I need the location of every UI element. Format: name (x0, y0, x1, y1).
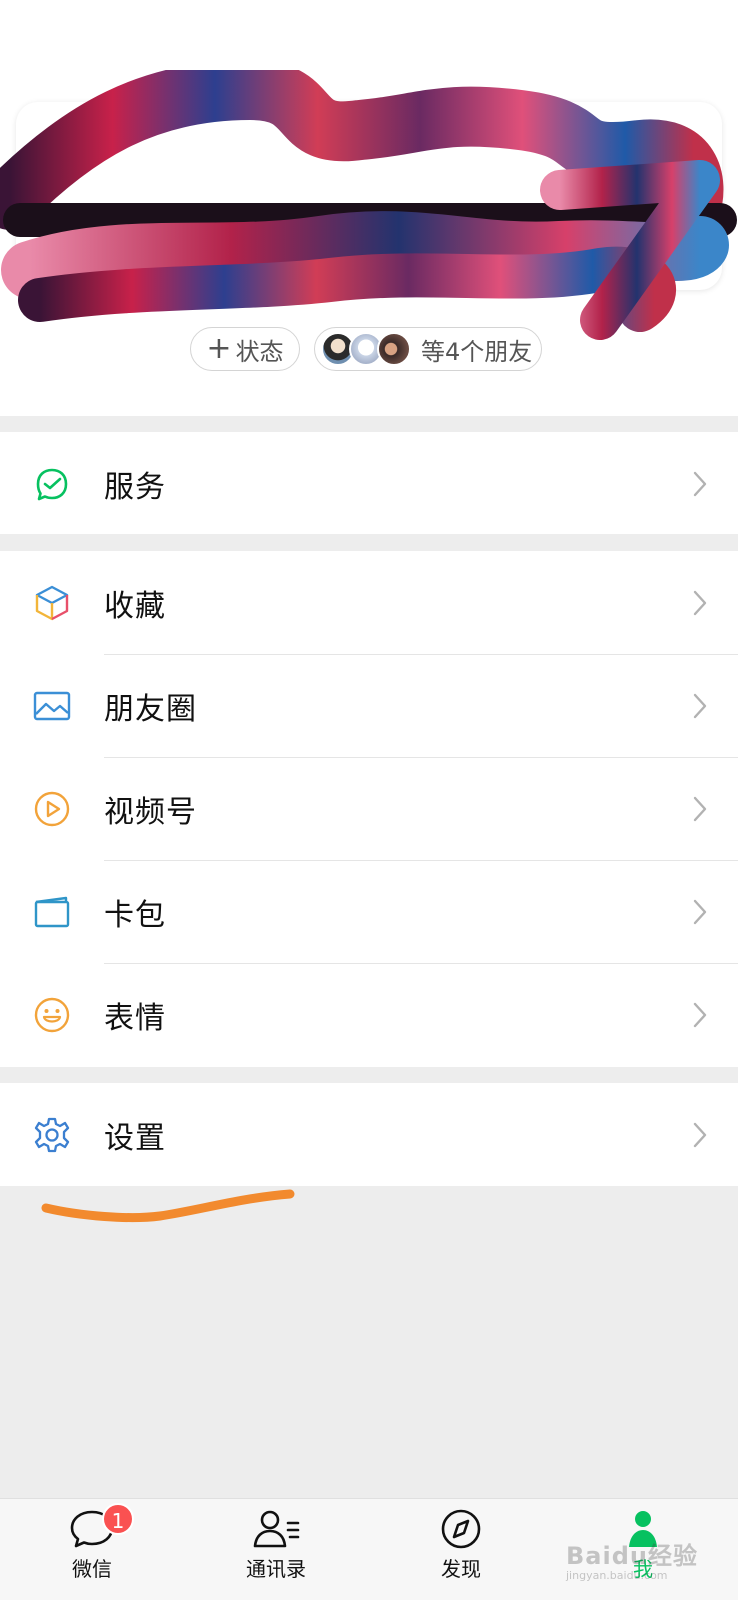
tab-label: 发现 (441, 1557, 481, 1581)
tab-label: 通讯录 (246, 1557, 306, 1581)
smiley-icon (34, 997, 70, 1032)
channels-play-icon (34, 791, 70, 826)
menu-item-moments[interactable]: 朋友圈 (0, 654, 738, 757)
services-icon (36, 468, 68, 500)
tab-contacts[interactable]: 通讯录 (216, 1507, 336, 1597)
menu-item-cards[interactable]: 卡包 (0, 860, 738, 963)
menu-item-label: 收藏 (104, 588, 166, 624)
friends-status-label: 等4个朋友 (421, 337, 533, 366)
menu-item-favorites[interactable]: 收藏 (0, 551, 738, 654)
chevron-right-icon (693, 590, 707, 615)
chevron-right-icon (693, 1002, 707, 1027)
plus-icon: + (206, 331, 232, 366)
tab-label: 微信 (72, 1557, 112, 1581)
menu-item-label: 服务 (104, 469, 166, 505)
settings-section: 设置 (0, 1083, 738, 1186)
chevron-right-icon (693, 471, 707, 496)
status-label: 状态 (235, 337, 284, 366)
menu-item-label: 表情 (104, 1000, 166, 1036)
favorites-cube-icon (35, 585, 69, 620)
gear-icon (34, 1117, 70, 1152)
chevron-right-icon (693, 899, 707, 924)
menu-item-channels[interactable]: 视频号 (0, 757, 738, 860)
compass-icon (441, 1509, 481, 1549)
unread-badge: 1 (102, 1503, 134, 1535)
annotation-underline (41, 1189, 295, 1223)
menu-item-label: 卡包 (104, 897, 166, 933)
menu-item-label: 朋友圈 (104, 691, 197, 727)
menu-item-services[interactable]: 服务 (0, 432, 738, 535)
moments-image-icon (33, 691, 71, 720)
tab-chats[interactable]: 1 微信 (32, 1503, 152, 1597)
chevron-right-icon (693, 1122, 707, 1147)
menu-item-stickers[interactable]: 表情 (0, 963, 738, 1066)
friend-avatars (321, 332, 413, 366)
chevron-right-icon (693, 796, 707, 821)
redaction-scribble (0, 70, 737, 340)
menu-item-label: 视频号 (104, 794, 197, 830)
features-section: 收藏 朋友圈 视频号 卡包 表情 (0, 551, 738, 1067)
contacts-icon (253, 1510, 300, 1548)
add-status-button[interactable]: + 状态 (190, 327, 300, 371)
profile-header: + 状态 等4个朋友 (0, 0, 738, 416)
card-wallet-icon (34, 896, 70, 927)
tab-discover[interactable]: 发现 (401, 1507, 521, 1597)
chevron-right-icon (693, 693, 707, 718)
services-section: 服务 (0, 432, 738, 534)
menu-item-settings[interactable]: 设置 (0, 1083, 738, 1186)
menu-item-label: 设置 (104, 1120, 166, 1156)
baidu-watermark: Baidu经验 jingyan.baidu.com (566, 1542, 698, 1582)
friends-status-button[interactable]: 等4个朋友 (314, 327, 542, 371)
